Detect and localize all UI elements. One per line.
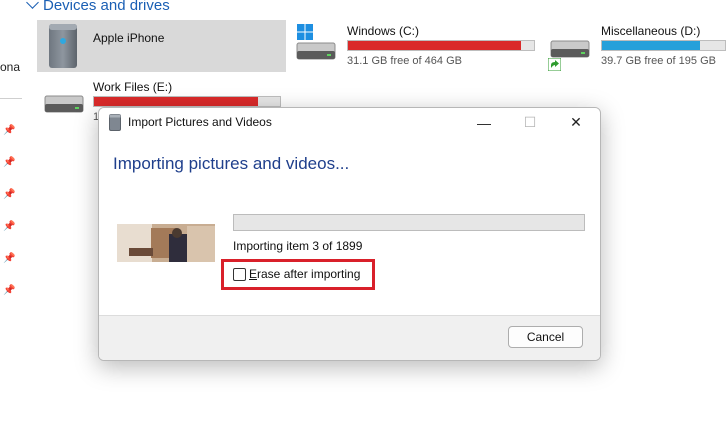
pin-icon[interactable]: 📌 <box>3 286 15 296</box>
dialog-heading: Importing pictures and videos... <box>113 154 350 173</box>
drive-name-windows[interactable]: Windows (C:) <box>347 24 419 38</box>
import-dialog: Import Pictures and Videos — ☐ ✕ Importi… <box>98 107 601 361</box>
drive-usage-bar-work-files <box>93 96 281 107</box>
erase-after-importing-checkbox[interactable] <box>233 268 246 281</box>
pin-icon[interactable]: 📌 <box>3 158 15 168</box>
nav-divider <box>0 98 22 99</box>
import-progress-bar <box>233 214 585 231</box>
drive-name-work-files[interactable]: Work Files (E:) <box>93 80 172 94</box>
chevron-down-icon <box>26 0 39 9</box>
phone-device-icon <box>49 24 77 68</box>
erase-label-accesskey: E <box>249 267 258 281</box>
shortcut-arrow-icon <box>548 58 561 71</box>
drive-free-windows: 31.1 GB free of 464 GB <box>347 55 462 67</box>
drive-name-miscellaneous[interactable]: Miscellaneous (D:) <box>601 24 700 38</box>
drive-usage-bar-miscellaneous <box>601 40 726 51</box>
section-title: Devices and drives <box>43 0 170 14</box>
cancel-button[interactable]: Cancel <box>508 326 583 348</box>
erase-after-importing-label[interactable]: Erase after importing <box>249 267 360 281</box>
drive-usage-fill <box>348 41 521 50</box>
close-button[interactable]: ✕ <box>554 108 598 137</box>
minimize-button[interactable]: — <box>462 108 506 137</box>
hard-drive-icon <box>296 42 336 60</box>
hard-drive-icon <box>550 40 590 58</box>
maximize-button[interactable]: ☐ <box>508 108 552 137</box>
pin-icon[interactable]: 📌 <box>3 254 15 264</box>
windows-logo-icon <box>297 24 313 40</box>
photo-thumbnail <box>117 224 215 262</box>
drive-name-apple-iphone: Apple iPhone <box>93 31 165 45</box>
pin-icon[interactable]: 📌 <box>3 190 15 200</box>
hard-drive-icon <box>44 95 84 113</box>
import-status: Importing item 3 of 1899 <box>233 239 363 253</box>
dialog-title: Import Pictures and Videos <box>128 115 272 129</box>
drive-free-miscellaneous: 39.7 GB free of 195 GB <box>601 55 716 67</box>
dialog-titlebar[interactable]: Import Pictures and Videos — ☐ ✕ <box>99 108 600 137</box>
drive-usage-fill <box>94 97 258 106</box>
drive-usage-bar-windows <box>347 40 535 51</box>
section-header[interactable]: Devices and drives <box>26 0 170 14</box>
nav-partial-label[interactable]: ona <box>0 60 20 74</box>
phone-device-icon <box>109 114 121 131</box>
drive-usage-fill <box>602 41 701 50</box>
erase-label-rest: rase after importing <box>257 267 361 281</box>
pin-icon[interactable]: 📌 <box>3 222 15 232</box>
pin-icon[interactable]: 📌 <box>3 126 15 136</box>
